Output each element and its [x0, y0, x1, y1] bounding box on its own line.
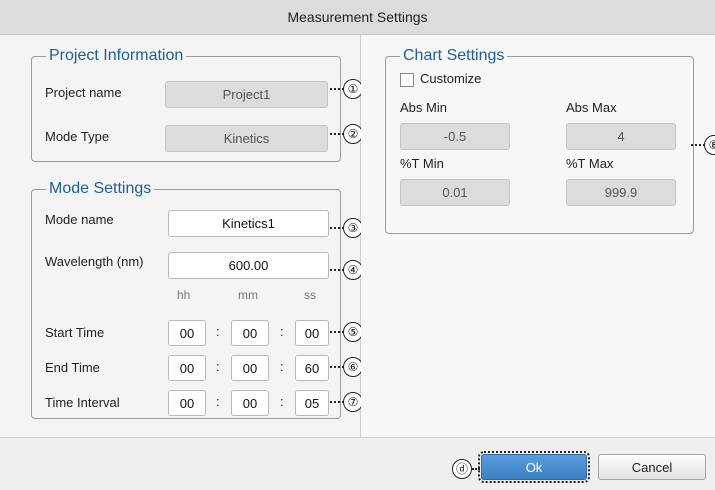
project-information-legend: Project Information: [49, 47, 184, 64]
time-separator: :: [216, 359, 220, 374]
callout-5-number: ⑤: [343, 322, 363, 342]
mode-type-label: Mode Type: [45, 129, 110, 144]
start-time-ss-input[interactable]: [295, 320, 329, 346]
right-pane: Chart Settings Customize Abs Min -0.5 Ab…: [361, 35, 715, 437]
abs-min-label: Abs Min: [400, 100, 447, 115]
dialog-footer: ⓓ Ok Cancel: [0, 437, 715, 490]
end-time-hh-input[interactable]: [168, 355, 206, 381]
cancel-button[interactable]: Cancel: [598, 454, 706, 480]
callout-7-number: ⑦: [343, 392, 363, 412]
callout-2-number: ②: [343, 124, 363, 144]
project-information-group: Project Information Project name Project…: [31, 47, 341, 162]
start-time-mm-input[interactable]: [231, 320, 269, 346]
mode-settings-legend: Mode Settings: [49, 180, 152, 197]
abs-min-field: -0.5: [400, 123, 510, 150]
callout-d-number: ⓓ: [452, 459, 472, 479]
abs-max-label: Abs Max: [566, 100, 617, 115]
time-interval-mm-input[interactable]: [231, 390, 269, 416]
abs-max-field: 4: [566, 123, 676, 150]
project-name-field: Project1: [165, 81, 328, 108]
t-min-label: %T Min: [400, 156, 444, 171]
callout-6-number: ⑥: [343, 357, 363, 377]
time-separator: :: [280, 394, 284, 409]
callout-8: ⑧: [691, 135, 715, 155]
t-max-label: %T Max: [566, 156, 614, 171]
column-mm-label: mm: [238, 288, 258, 302]
time-separator: :: [216, 394, 220, 409]
callout-4-number: ④: [343, 260, 363, 280]
callout-1-number: ①: [343, 79, 363, 99]
customize-checkbox[interactable]: [400, 73, 414, 87]
start-time-hh-input[interactable]: [168, 320, 206, 346]
customize-label: Customize: [420, 71, 482, 86]
time-separator: :: [280, 324, 284, 339]
time-separator: :: [280, 359, 284, 374]
t-min-field: 0.01: [400, 179, 510, 206]
left-pane: Project Information Project name Project…: [0, 35, 363, 437]
dialog-title: Measurement Settings: [0, 0, 715, 35]
end-time-ss-input[interactable]: [295, 355, 329, 381]
callout-8-number: ⑧: [704, 135, 715, 155]
ok-button[interactable]: Ok: [478, 451, 590, 483]
wavelength-label: Wavelength (nm): [45, 254, 144, 269]
mode-settings-group: Mode Settings Mode name Wavelength (nm) …: [31, 180, 341, 419]
time-interval-hh-input[interactable]: [168, 390, 206, 416]
wavelength-input[interactable]: [168, 252, 329, 279]
column-hh-label: hh: [177, 288, 191, 302]
end-time-mm-input[interactable]: [231, 355, 269, 381]
chart-settings-legend: Chart Settings: [403, 47, 505, 64]
mode-name-label: Mode name: [45, 212, 114, 227]
mode-name-input[interactable]: [168, 210, 329, 237]
start-time-label: Start Time: [45, 325, 105, 340]
end-time-label: End Time: [45, 360, 100, 375]
column-ss-label: ss: [304, 288, 316, 302]
time-interval-label: Time Interval: [45, 395, 120, 410]
time-separator: :: [216, 324, 220, 339]
mode-type-field: Kinetics: [165, 125, 328, 152]
callout-3-number: ③: [343, 218, 363, 238]
t-max-field: 999.9: [566, 179, 676, 206]
chart-settings-group: Chart Settings Customize Abs Min -0.5 Ab…: [385, 47, 694, 234]
time-interval-ss-input[interactable]: [295, 390, 329, 416]
project-name-label: Project name: [45, 85, 122, 100]
